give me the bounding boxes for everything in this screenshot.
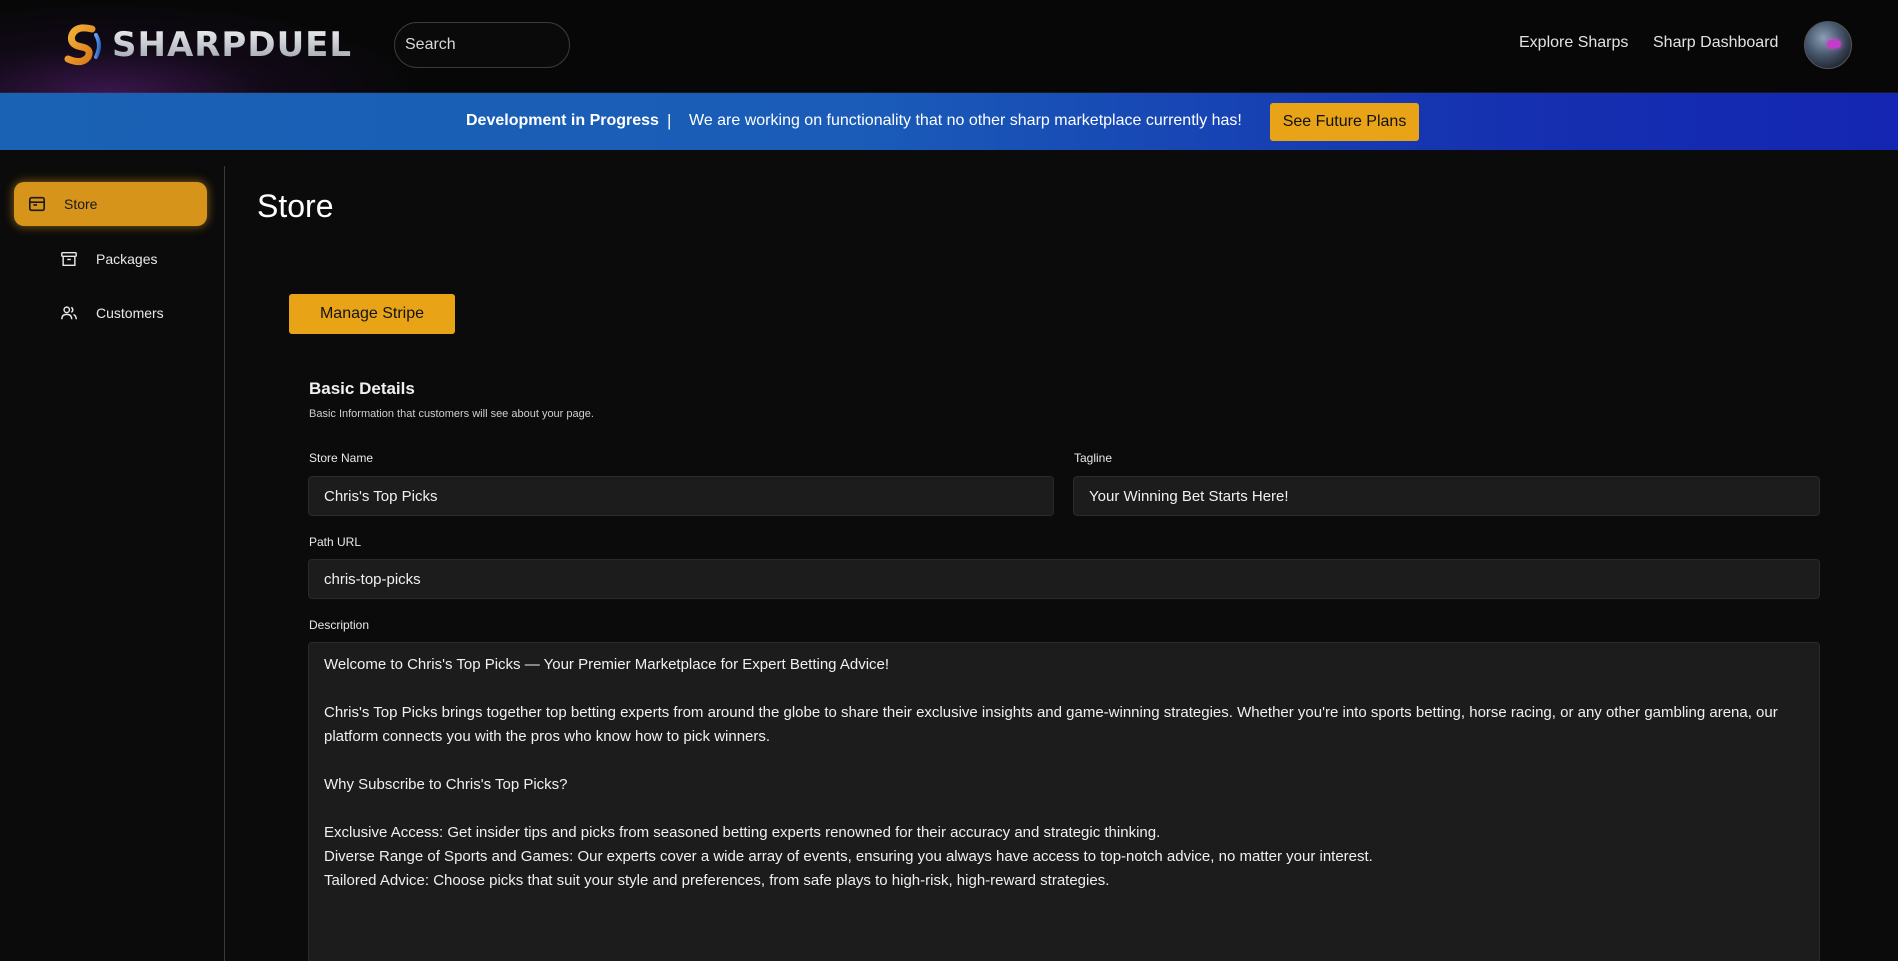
description-line: Diverse Range of Sports and Games: Our e… [324,848,1373,865]
nav-explore-sharps[interactable]: Explore Sharps [1519,34,1628,52]
basic-details-subtitle: Basic Information that customers will se… [309,408,594,420]
sidebar-item-label: Packages [96,251,158,267]
see-future-plans-button[interactable]: See Future Plans [1270,103,1419,141]
nav-sharp-dashboard[interactable]: Sharp Dashboard [1653,34,1778,52]
description-textarea[interactable]: Welcome to Chris's Top Picks — Your Prem… [308,642,1820,961]
page-title: Store [257,188,334,224]
tagline-label: Tagline [1074,451,1113,465]
logo[interactable]: SHARPDUEL [62,20,352,70]
banner-message: We are working on functionality that no … [689,112,1242,129]
sidebar-item-store[interactable]: Store [14,182,207,226]
description-line: Tailored Advice: Choose picks that suit … [324,872,1110,889]
store-name-input[interactable] [308,476,1054,516]
top-navbar: SHARPDUEL Explore Sharps Sharp Dashboard [0,0,1898,93]
description-label: Description [309,618,370,632]
path-url-label: Path URL [309,535,362,549]
sidebar: Store Packages Customers [0,166,225,961]
banner-separator: | [667,111,672,130]
archive-box-icon [61,251,77,267]
users-icon [61,306,77,320]
manage-stripe-button[interactable]: Manage Stripe [289,294,455,334]
avatar[interactable] [1804,21,1852,69]
logo-text: SHARPDUEL [112,25,353,65]
path-url-input[interactable] [308,559,1820,599]
sidebar-item-customers[interactable]: Customers [60,304,164,322]
announcement-banner: Development in Progress | We are working… [0,93,1898,150]
description-line: Chris's Top Picks brings together top be… [324,704,1778,745]
tagline-input[interactable] [1073,476,1820,516]
app-root: SHARPDUEL Explore Sharps Sharp Dashboard… [0,0,1898,961]
description-line: Why Subscribe to Chris's Top Picks? [324,776,568,793]
store-icon [28,196,46,212]
description-line: Exclusive Access: Get insider tips and p… [324,824,1161,841]
sharpduel-logo-icon [64,23,101,69]
store-name-label: Store Name [309,451,374,465]
description-line: Welcome to Chris's Top Picks — Your Prem… [324,656,890,673]
banner-title: Development in Progress [466,112,659,129]
sidebar-item-packages[interactable]: Packages [60,250,157,268]
search-input[interactable] [394,22,570,68]
sidebar-item-label: Store [64,196,98,212]
basic-details-title: Basic Details [309,379,415,398]
sidebar-item-label: Customers [96,305,164,321]
